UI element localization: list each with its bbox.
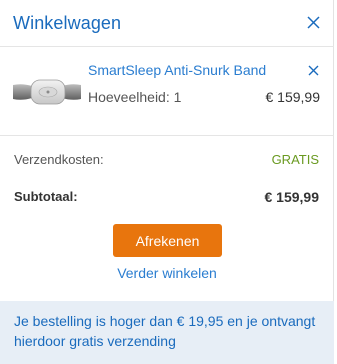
cart-panel: Winkelwagen SmartSleep Anti-Snurk Band H…	[0, 0, 334, 364]
product-name-link[interactable]: SmartSleep Anti-Snurk Band	[88, 62, 266, 78]
cart-header: Winkelwagen	[0, 0, 334, 47]
cart-item: SmartSleep Anti-Snurk Band Hoeveelheid: …	[0, 47, 334, 136]
shipping-value: GRATIS	[271, 152, 319, 167]
cart-title: Winkelwagen	[13, 13, 122, 33]
subtotal-value: € 159,99	[264, 189, 320, 205]
close-icon[interactable]	[307, 16, 320, 29]
remove-icon[interactable]	[308, 65, 319, 76]
continue-shopping-link[interactable]: Verder winkelen	[0, 265, 334, 281]
product-image[interactable]	[12, 77, 82, 107]
item-price: € 159,99	[265, 89, 321, 105]
checkout-button[interactable]: Afrekenen	[113, 224, 222, 257]
item-quantity: Hoeveelheid: 1	[88, 89, 182, 105]
free-shipping-notice: Je bestelling is hoger dan € 19,95 en je…	[0, 301, 334, 364]
shipping-label: Verzendkosten:	[14, 152, 104, 167]
subtotal-label: Subtotaal:	[14, 189, 78, 204]
